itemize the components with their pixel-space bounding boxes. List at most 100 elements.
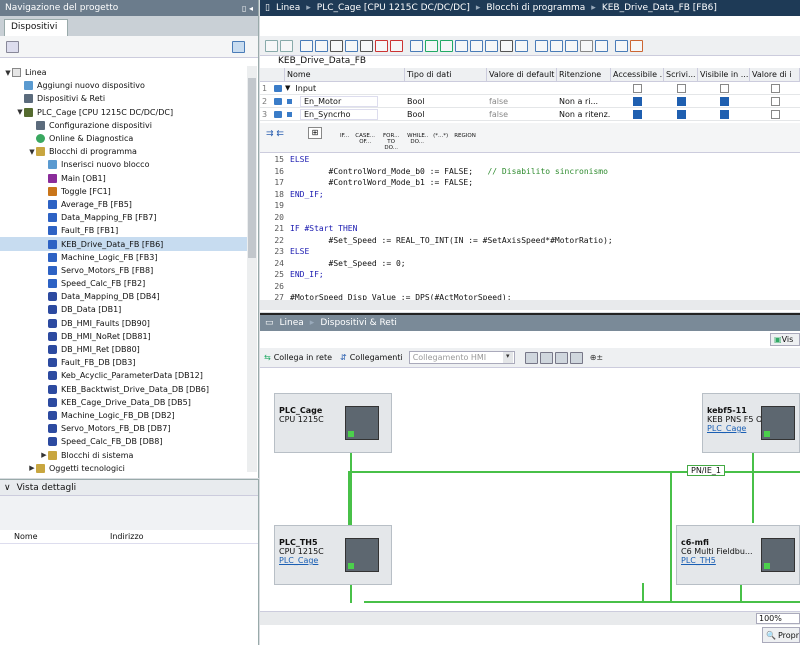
zoom-select[interactable]: 100% <box>756 613 800 624</box>
editor-tool-icon[interactable] <box>595 39 608 52</box>
interface-row[interactable]: 3 En_Syncrho Bool false Non a ritenz... <box>260 108 800 121</box>
device-c6-mfi[interactable]: c6-mfi C6 Multi Fieldbu... PLC_TH5 <box>676 525 800 585</box>
instruction-template-button[interactable]: (*...*) <box>433 133 448 151</box>
editor-tool-icon[interactable] <box>535 39 548 52</box>
tree-item[interactable]: Average_FB [FB5] <box>0 198 247 211</box>
pn-ie-label[interactable]: PN/IE_1 <box>687 465 726 476</box>
checkbox[interactable] <box>770 96 780 106</box>
data-type-cell[interactable]: Bool <box>405 97 487 106</box>
editor-tool-icon[interactable] <box>375 39 388 52</box>
tree-item[interactable]: Servo_Motors_FB [FB8] <box>0 264 247 277</box>
instruction-template-button[interactable]: IF... <box>340 133 349 151</box>
tree-item[interactable]: Speed_Calc_FB [FB2] <box>0 277 247 290</box>
device-plc-th5[interactable]: PLC_TH5 CPU 1215C PLC_Cage <box>274 525 392 585</box>
breadcrumb-item[interactable]: Blocchi di programma <box>486 3 585 13</box>
code-line[interactable]: 27 #MotorSpeed_Disp_Value := DPS(#ActMoto… <box>260 292 800 300</box>
breadcrumb-item[interactable]: Linea <box>276 3 300 13</box>
tree-item[interactable]: Data_Mapping_FB [FB7] <box>0 211 247 224</box>
checkbox[interactable] <box>633 96 642 106</box>
checkbox-cell[interactable] <box>611 109 664 119</box>
checkbox[interactable] <box>676 83 686 93</box>
editor-tool-icon[interactable] <box>410 39 423 52</box>
expand-arrow-icon[interactable]: ▼ <box>16 108 24 116</box>
editor-tool-icon[interactable] <box>550 39 563 52</box>
editor-tool-icon[interactable] <box>425 39 438 52</box>
expand-arrow-icon[interactable]: ▼ <box>4 69 12 77</box>
details-col-name[interactable]: Nome <box>0 532 110 541</box>
breadcrumb-item[interactable]: Dispositivi & Reti <box>320 318 397 328</box>
checkbox-cell[interactable] <box>664 109 698 119</box>
checkbox[interactable] <box>770 109 780 119</box>
retention-cell[interactable]: Non a ritenz... <box>557 110 611 119</box>
column-header[interactable]: Accessibile ... <box>611 68 664 81</box>
code-line[interactable]: 24 #Set_Speed := 0; <box>260 258 800 270</box>
column-header[interactable]: Tipo di dati <box>405 68 487 81</box>
editor-tool-icon[interactable] <box>330 39 343 52</box>
editor-tool-icon[interactable] <box>470 39 483 52</box>
code-line[interactable]: 22 #Set_Speed := REAL_TO_INT(IN := #SetA… <box>260 235 800 247</box>
checkbox[interactable] <box>719 83 729 93</box>
instruction-template-button[interactable]: WHILE.. DO... <box>407 133 428 151</box>
tree-item[interactable]: Speed_Calc_FB_DB [DB8] <box>0 435 247 448</box>
tree-item[interactable]: Machine_Logic_FB [FB3] <box>0 251 247 264</box>
grid-view-icon[interactable] <box>554 351 568 364</box>
list-view-icon[interactable] <box>232 41 245 53</box>
expand-arrow-icon[interactable]: ▼ <box>28 148 36 156</box>
tree-item[interactable]: Machine_Logic_FB_DB [DB2] <box>0 409 247 422</box>
tree-item[interactable]: ▼ Linea <box>0 66 247 79</box>
tree-item[interactable]: Fault_FB [FB1] <box>0 224 247 237</box>
breadcrumb-item[interactable]: Linea <box>280 318 304 328</box>
tree-item[interactable]: DB_HMI_Faults [DB90] <box>0 317 247 330</box>
column-header[interactable]: Visibile in ... <box>698 68 750 81</box>
editor-tool-icon[interactable] <box>565 39 578 52</box>
column-header[interactable]: Valore di i <box>750 68 800 81</box>
tree-scrollbar-thumb[interactable] <box>248 78 256 258</box>
column-header[interactable]: Scrivi... <box>664 68 698 81</box>
checkbox-cell[interactable] <box>698 83 750 93</box>
data-type-cell[interactable]: Bool <box>405 110 487 119</box>
scl-code-area[interactable]: 15 ELSE 16 #ControlWord_Mode_b0 := FALSE; … <box>260 154 800 300</box>
page-break-icon[interactable] <box>539 351 553 364</box>
tree-item[interactable]: KEB_Cage_Drive_Data_DB [DB5] <box>0 396 247 409</box>
checkbox-cell[interactable] <box>698 96 750 106</box>
editor-tool-icon[interactable] <box>345 39 358 52</box>
default-value-cell[interactable]: false <box>487 97 557 106</box>
code-line[interactable]: 21 IF #Start THEN <box>260 223 800 235</box>
properties-tab[interactable]: 🔍 Propr <box>762 627 800 643</box>
code-line[interactable]: 17 #ControlWord_Mode_b1 := FALSE; <box>260 177 800 189</box>
breadcrumb-item[interactable]: PLC_Cage [CPU 1215C DC/DC/DC] <box>317 3 470 13</box>
editor-horizontal-scroll[interactable] <box>260 300 800 310</box>
instruction-template-button[interactable]: CASE... OF... <box>355 133 375 151</box>
code-line[interactable]: 26 <box>260 281 800 293</box>
checkbox[interactable] <box>633 109 642 119</box>
links-button[interactable]: ⇵ Collegamenti <box>340 353 403 362</box>
editor-tool-icon[interactable] <box>390 39 403 52</box>
editor-tool-icon[interactable] <box>515 39 528 52</box>
checkbox[interactable] <box>676 109 686 119</box>
retention-cell[interactable]: Non a ri... <box>557 97 611 106</box>
checkbox[interactable] <box>770 83 780 93</box>
overview-icon[interactable] <box>569 351 583 364</box>
editor-tool-icon[interactable] <box>440 39 453 52</box>
expand-arrow-icon[interactable]: ▼ <box>285 84 290 92</box>
editor-tool-icon[interactable] <box>485 39 498 52</box>
tree-item[interactable]: Toggle [FC1] <box>0 185 247 198</box>
details-header[interactable]: ∨ Vista dettagli <box>0 480 258 496</box>
code-line[interactable]: 18 END_IF; <box>260 189 800 201</box>
expand-arrow-icon[interactable]: ▶ <box>40 451 48 459</box>
checkbox[interactable] <box>633 83 642 93</box>
tree-item[interactable]: ▶ Blocchi di sistema <box>0 448 247 461</box>
tree-item[interactable]: Keb_Acyclic_ParameterData [DB12] <box>0 369 247 382</box>
editor-tool-icon[interactable] <box>615 39 628 52</box>
tree-item[interactable]: ▶ Oggetti tecnologici <box>0 462 247 475</box>
display-address-icon[interactable] <box>524 351 538 364</box>
code-line[interactable]: 20 <box>260 212 800 224</box>
editor-tool-icon[interactable] <box>265 39 278 52</box>
checkbox-cell[interactable] <box>750 96 800 106</box>
vista-tab[interactable]: ▣Vis <box>770 333 800 346</box>
tree-item[interactable]: Servo_Motors_FB_DB [DB7] <box>0 422 247 435</box>
checkbox-cell[interactable] <box>611 96 664 106</box>
tree-item[interactable]: Main [OB1] <box>0 172 247 185</box>
checkbox-cell[interactable] <box>611 83 664 93</box>
default-value-cell[interactable]: false <box>487 110 557 119</box>
